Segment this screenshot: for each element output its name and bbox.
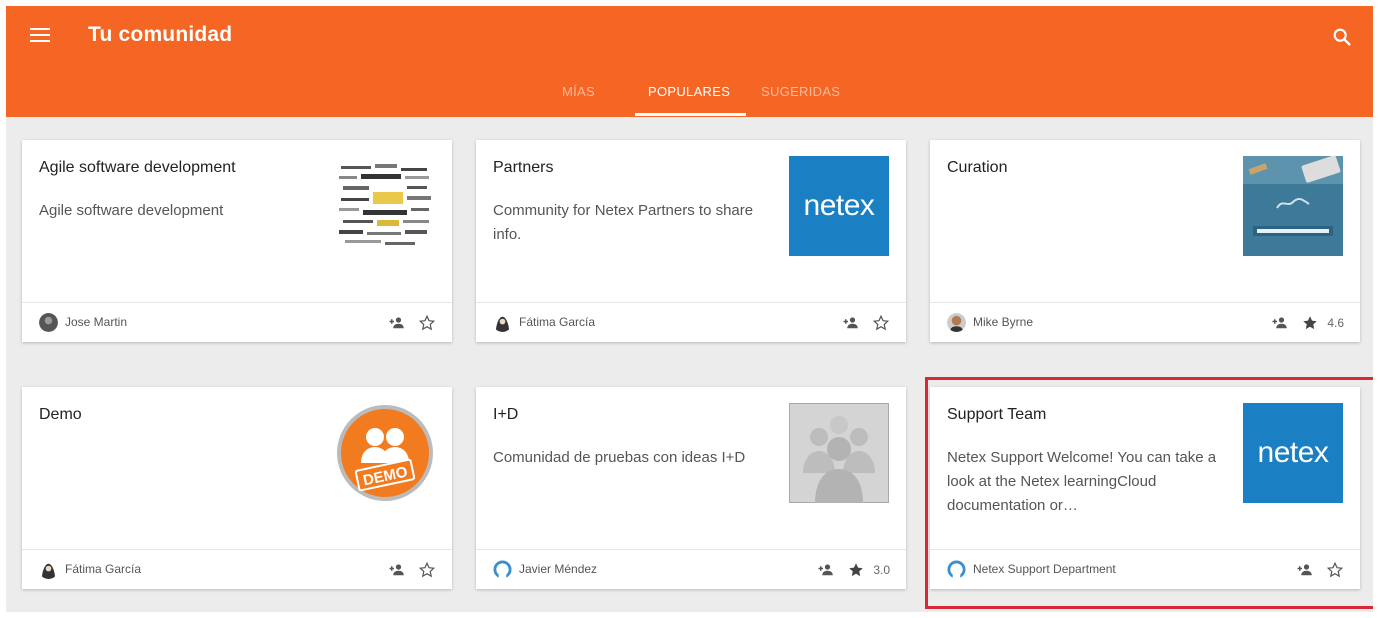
join-community-icon[interactable] [388, 561, 406, 579]
netex-logo-text: netex [803, 189, 875, 222]
card-description: Netex Support Welcome! You can take a lo… [947, 449, 1217, 514]
join-community-icon[interactable] [817, 561, 835, 579]
card-footer: Javier Méndez 3.0 [476, 549, 906, 589]
art-content-curation-image [1243, 156, 1343, 256]
card-title: Support Team [947, 406, 1047, 423]
card-actions: 3.0 [817, 560, 890, 580]
card-footer: Mike Byrne 4.6 [930, 302, 1360, 342]
tab-mias[interactable]: MÍAS [562, 84, 595, 117]
user-avatar [947, 313, 966, 332]
user-avatar [493, 560, 512, 579]
star-filled-icon[interactable] [847, 561, 865, 579]
card-author: Jose Martin [65, 315, 128, 329]
card-title: Partners [493, 159, 554, 176]
community-card-demo[interactable]: Demo DEMO Fátima García [22, 387, 452, 589]
card-author: Netex Support Department [973, 562, 1116, 576]
card-author: Mike Byrne [973, 315, 1034, 329]
page-title: Tu comunidad [88, 23, 233, 46]
card-title: Curation [947, 159, 1008, 176]
join-community-icon[interactable] [1271, 314, 1289, 332]
star-outline-icon[interactable] [872, 314, 890, 332]
card-title: Demo [39, 406, 82, 423]
card-description: Agile software development [39, 202, 224, 219]
netex-logo: netex [789, 156, 889, 256]
join-community-icon[interactable] [842, 314, 860, 332]
card-rating: 4.6 [1327, 316, 1344, 330]
community-card-i-d[interactable]: I+D Comunidad de pruebas con ideas I+D J… [476, 387, 906, 589]
card-footer: Jose Martin [22, 302, 452, 342]
tab-sugeridas[interactable]: SUGERIDAS [761, 84, 840, 117]
card-actions [388, 560, 436, 580]
community-card-partners[interactable]: Partners Community for Netex Partners to… [476, 140, 906, 342]
card-description: Community for Netex Partners to share in… [493, 202, 754, 243]
menu-icon[interactable] [30, 28, 50, 44]
card-actions: 4.6 [1271, 313, 1344, 333]
group-placeholder-image [789, 403, 889, 503]
app-bar: Tu comunidad MÍAS POPULARES SUGERIDAS [6, 6, 1373, 117]
card-footer: Fátima García [22, 549, 452, 589]
star-outline-icon[interactable] [418, 561, 436, 579]
community-card-support-team[interactable]: Support Team Netex Support Welcome! You … [930, 387, 1360, 589]
user-avatar [493, 313, 512, 332]
join-community-icon[interactable] [1296, 561, 1314, 579]
user-avatar [39, 560, 58, 579]
star-outline-icon[interactable] [418, 314, 436, 332]
card-description: Comunidad de pruebas con ideas I+D [493, 449, 746, 466]
user-avatar [39, 313, 58, 332]
join-community-icon[interactable] [388, 314, 406, 332]
tab-selected-indicator [635, 113, 746, 116]
card-author: Fátima García [519, 315, 596, 329]
community-card-agile[interactable]: Agile software development Agile softwar… [22, 140, 452, 342]
card-footer: Fátima García [476, 302, 906, 342]
card-actions [1296, 560, 1344, 580]
netex-logo-text: netex [1257, 436, 1329, 469]
card-rating: 3.0 [873, 563, 890, 577]
user-avatar [947, 560, 966, 579]
card-author: Fátima García [65, 562, 142, 576]
community-app: Tu comunidad MÍAS POPULARES SUGERIDAS Ag… [6, 6, 1373, 612]
card-footer: Netex Support Department [930, 549, 1360, 589]
star-outline-icon[interactable] [1326, 561, 1344, 579]
netex-logo: netex [1243, 403, 1343, 503]
card-author: Javier Méndez [519, 562, 598, 576]
community-card-curation[interactable]: Curation Mike Byrne 4.6 [930, 140, 1360, 342]
star-filled-icon[interactable] [1301, 314, 1319, 332]
search-icon[interactable] [1331, 26, 1353, 48]
card-title: I+D [493, 406, 519, 423]
card-actions [388, 313, 436, 333]
agile-word-cloud-image [335, 156, 435, 256]
card-title: Agile software development [39, 159, 236, 176]
card-actions [842, 313, 890, 333]
demo-badge: DEMO [337, 405, 433, 501]
